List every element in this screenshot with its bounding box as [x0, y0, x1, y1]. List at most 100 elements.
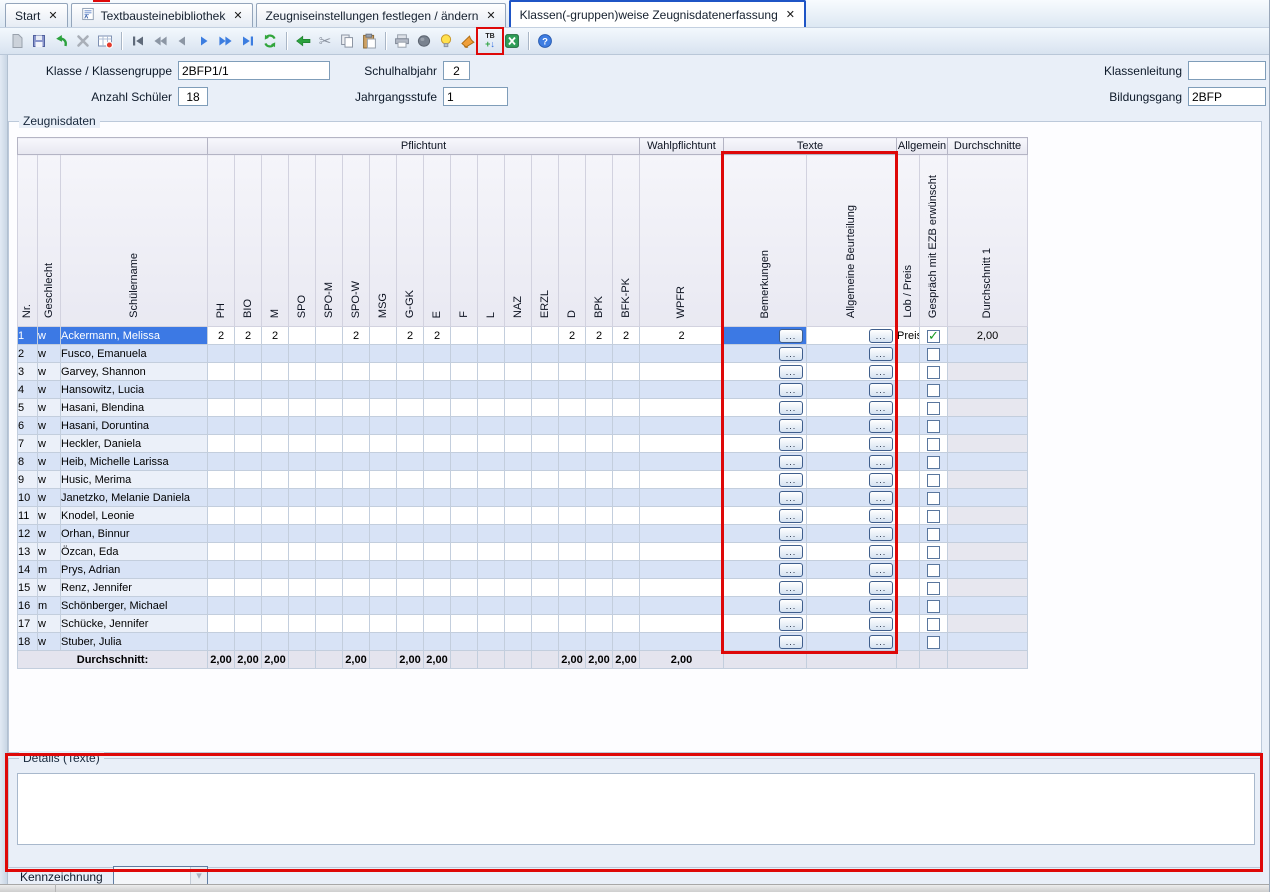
grade-cell[interactable] — [559, 579, 586, 597]
grade-cell[interactable] — [424, 579, 451, 597]
grade-cell[interactable] — [208, 507, 235, 525]
lob-preis-cell[interactable]: Preis — [897, 327, 920, 345]
grade-cell[interactable] — [208, 345, 235, 363]
tab-start[interactable]: Start ✕ — [5, 3, 68, 27]
grade-cell[interactable] — [208, 435, 235, 453]
grade-cell[interactable] — [505, 399, 532, 417]
grade-cell[interactable] — [316, 615, 343, 633]
grade-cell[interactable] — [613, 399, 640, 417]
grade-cell[interactable] — [451, 399, 478, 417]
student-name-cell[interactable]: Schücke, Jennifer — [61, 615, 208, 633]
grade-cell[interactable] — [640, 615, 724, 633]
grade-cell[interactable] — [235, 435, 262, 453]
ezb-checkbox[interactable] — [927, 438, 940, 451]
grade-cell[interactable] — [343, 435, 370, 453]
bemerkungen-cell[interactable]: ... — [724, 543, 807, 561]
grade-cell[interactable] — [478, 597, 505, 615]
allgemeine-beurteilung-cell[interactable]: ... — [807, 561, 897, 579]
grade-cell[interactable] — [397, 471, 424, 489]
edit-text-button[interactable]: ... — [779, 581, 803, 595]
grade-cell[interactable] — [640, 507, 724, 525]
grade-cell[interactable] — [424, 561, 451, 579]
edit-text-button[interactable]: ... — [869, 329, 893, 343]
grade-cell[interactable] — [316, 507, 343, 525]
table-row[interactable]: 2wFusco, Emanuela...... — [18, 345, 1028, 363]
grade-cell[interactable] — [424, 615, 451, 633]
edit-text-button[interactable]: ... — [869, 563, 893, 577]
grade-cell[interactable] — [478, 507, 505, 525]
allgemeine-beurteilung-cell[interactable]: ... — [807, 327, 897, 345]
nav-prev-fast-icon[interactable] — [149, 30, 171, 52]
grade-cell[interactable] — [451, 489, 478, 507]
bildungsgang-input[interactable] — [1188, 87, 1266, 106]
grade-cell[interactable] — [559, 345, 586, 363]
grade-cell[interactable] — [316, 597, 343, 615]
klasse-input[interactable] — [178, 61, 330, 80]
grade-cell[interactable] — [343, 579, 370, 597]
grade-cell[interactable] — [235, 507, 262, 525]
edit-text-button[interactable]: ... — [869, 635, 893, 649]
tab-close-icon[interactable]: ✕ — [786, 8, 795, 21]
grade-cell[interactable] — [289, 579, 316, 597]
allgemeine-beurteilung-cell[interactable]: ... — [807, 633, 897, 651]
grade-cell[interactable] — [343, 471, 370, 489]
table-row[interactable]: 14mPrys, Adrian...... — [18, 561, 1028, 579]
nav-last-icon[interactable] — [237, 30, 259, 52]
grade-cell[interactable] — [208, 453, 235, 471]
grade-cell[interactable] — [505, 417, 532, 435]
allgemeine-beurteilung-cell[interactable]: ... — [807, 543, 897, 561]
grade-cell[interactable] — [262, 507, 289, 525]
klassenleitung-input[interactable] — [1188, 61, 1266, 80]
grade-cell[interactable] — [289, 453, 316, 471]
student-name-cell[interactable]: Orhan, Binnur — [61, 525, 208, 543]
student-name-cell[interactable]: Janetzko, Melanie Daniela — [61, 489, 208, 507]
edit-text-button[interactable]: ... — [869, 509, 893, 523]
grade-cell[interactable] — [289, 417, 316, 435]
tab-textbausteinebibliothek[interactable]: Textbausteinebibliothek ✕ — [71, 3, 253, 27]
grade-cell[interactable] — [613, 507, 640, 525]
grade-cell[interactable] — [532, 471, 559, 489]
grade-cell[interactable] — [532, 543, 559, 561]
grade-cell[interactable] — [586, 363, 613, 381]
grade-cell[interactable] — [532, 561, 559, 579]
grade-cell[interactable] — [316, 525, 343, 543]
grade-cell[interactable] — [451, 363, 478, 381]
grade-cell[interactable] — [370, 417, 397, 435]
table-row[interactable]: 13wÖzcan, Eda...... — [18, 543, 1028, 561]
ezb-cell[interactable] — [920, 543, 948, 561]
grade-cell[interactable] — [316, 435, 343, 453]
ezb-checkbox[interactable] — [927, 366, 940, 379]
grade-cell[interactable] — [316, 561, 343, 579]
grade-cell[interactable] — [208, 561, 235, 579]
lob-preis-cell[interactable] — [897, 561, 920, 579]
tab-zeugniseinstellungen[interactable]: Zeugniseinstellungen festlegen / ändern … — [256, 3, 506, 27]
grade-cell[interactable] — [586, 381, 613, 399]
grade-cell[interactable] — [424, 525, 451, 543]
grade-cell[interactable] — [451, 435, 478, 453]
grade-cell[interactable] — [424, 633, 451, 651]
bemerkungen-cell[interactable]: ... — [724, 561, 807, 579]
grade-cell[interactable] — [343, 363, 370, 381]
grade-cell[interactable] — [505, 543, 532, 561]
grade-cell[interactable] — [532, 525, 559, 543]
grade-cell[interactable] — [235, 399, 262, 417]
grade-cell[interactable] — [370, 453, 397, 471]
grade-cell[interactable] — [640, 417, 724, 435]
grade-cell[interactable] — [289, 507, 316, 525]
ezb-checkbox[interactable] — [927, 402, 940, 415]
grade-cell[interactable] — [397, 579, 424, 597]
grade-cell[interactable] — [235, 417, 262, 435]
grade-cell[interactable] — [235, 615, 262, 633]
grade-cell[interactable] — [559, 615, 586, 633]
lob-preis-cell[interactable] — [897, 525, 920, 543]
copy-icon[interactable] — [336, 30, 358, 52]
ezb-cell[interactable] — [920, 417, 948, 435]
bemerkungen-cell[interactable]: ... — [724, 381, 807, 399]
grade-cell[interactable] — [505, 489, 532, 507]
bemerkungen-cell[interactable]: ... — [724, 525, 807, 543]
ezb-cell[interactable] — [920, 561, 948, 579]
bemerkungen-cell[interactable]: ... — [724, 507, 807, 525]
table-row[interactable]: 12wOrhan, Binnur...... — [18, 525, 1028, 543]
grade-cell[interactable] — [532, 507, 559, 525]
student-name-cell[interactable]: Ackermann, Melissa — [61, 327, 208, 345]
